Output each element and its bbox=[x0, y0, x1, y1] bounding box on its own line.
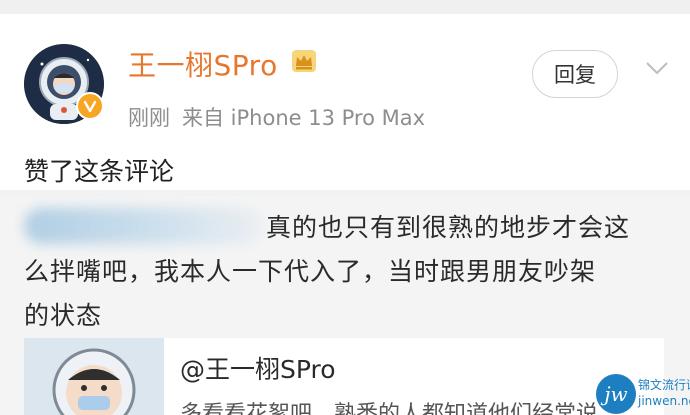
verified-badge-icon bbox=[76, 92, 104, 120]
watermark-logo-icon: jw bbox=[596, 374, 636, 414]
comment-meta: 刚刚 来自 iPhone 13 Pro Max bbox=[128, 102, 425, 132]
timestamp: 刚刚 bbox=[128, 106, 170, 130]
blurred-username bbox=[24, 208, 262, 244]
watermark-name: 锦文流行语 bbox=[638, 378, 690, 392]
astronaut-thumbnail-icon bbox=[24, 338, 164, 415]
top-strip bbox=[0, 0, 690, 14]
quote-text-line: 的状态 bbox=[24, 301, 103, 330]
quote-text-line: 真的也只有到很熟的地步才会这 bbox=[266, 213, 631, 242]
embed-thumbnail bbox=[24, 338, 164, 415]
comment-card: 王一栩SPro 刚刚 来自 iPhone 13 Pro Max 回复 赞了这条评论 bbox=[0, 14, 690, 190]
embed-preview: 多看看花絮吧，熟悉的人都知道他们经常说 bbox=[180, 402, 599, 415]
chevron-down-icon[interactable] bbox=[645, 60, 669, 76]
crown-badge-icon bbox=[292, 50, 316, 72]
quote-text-line: 么拌嘴吧，我本人一下代入了，当时跟男朋友吵架 bbox=[24, 257, 597, 286]
watermark-url: jinwen.net bbox=[638, 394, 690, 408]
username[interactable]: 王一栩SPro bbox=[128, 44, 278, 84]
watermark: jw 锦文流行语 jinwen.net bbox=[596, 372, 690, 415]
embed-title[interactable]: @王一栩SPro bbox=[180, 350, 336, 386]
action-text: 赞了这条评论 bbox=[24, 157, 175, 186]
embedded-post[interactable]: @王一栩SPro 多看看花絮吧，熟悉的人都知道他们经常说 bbox=[24, 338, 664, 415]
device-source: 来自 iPhone 13 Pro Max bbox=[182, 106, 426, 130]
reply-button[interactable]: 回复 bbox=[532, 50, 618, 98]
